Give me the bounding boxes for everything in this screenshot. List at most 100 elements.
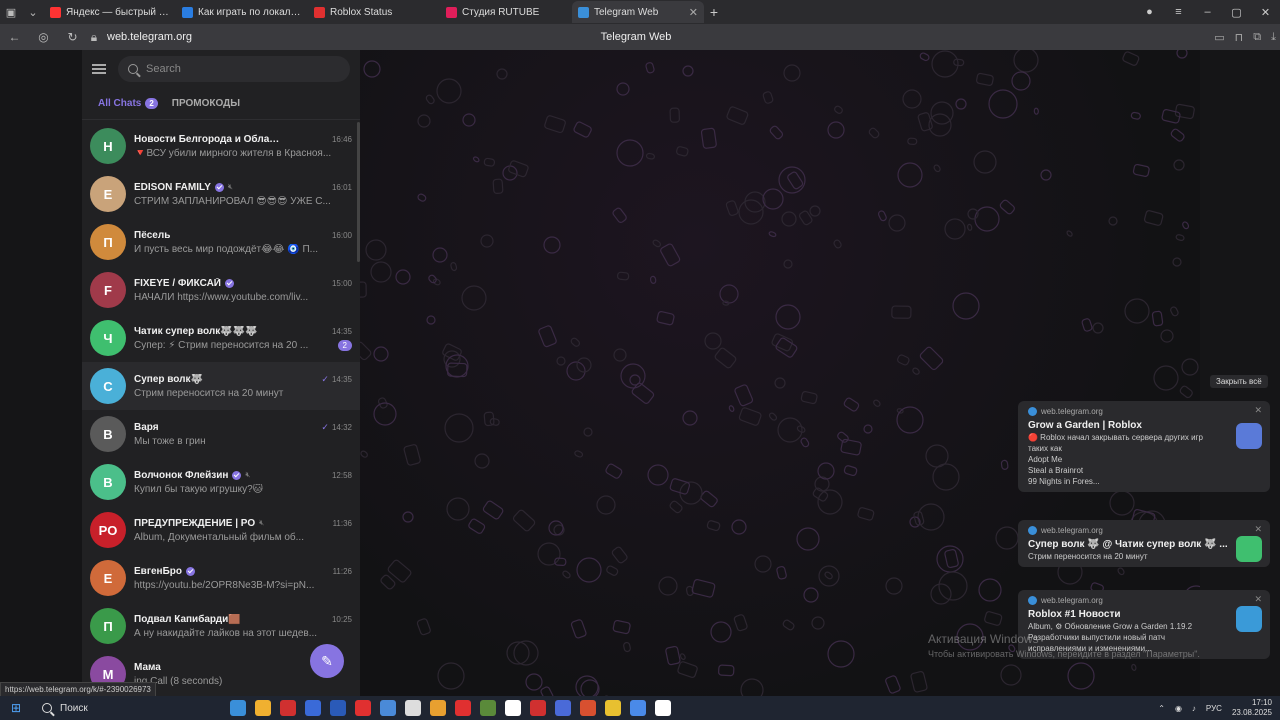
close-tab-icon[interactable]: ✕	[689, 6, 698, 19]
close-notification-icon[interactable]: ✕	[1254, 594, 1262, 605]
chat-preview: Купил бы такую игрушку?🐱	[134, 483, 264, 495]
chat-preview: НАЧАЛИ https://www.youtube.com/liv...	[134, 291, 309, 303]
taskbar-search[interactable]: Поиск	[32, 703, 222, 714]
chat-time: 12:58	[331, 470, 352, 480]
taskbar-app-icon[interactable]	[605, 700, 621, 716]
search-box[interactable]	[118, 56, 350, 82]
chat-icon[interactable]: ▭	[1214, 31, 1224, 44]
chat-list-item[interactable]: П Пёсель 16:00 И пусть весь мир подождёт…	[82, 218, 360, 266]
telegram-icon	[1028, 596, 1037, 605]
taskbar-app-icon[interactable]	[630, 700, 646, 716]
chat-list-item[interactable]: Н Новости Белгорода и Области 16:46 🔻ВСУ…	[82, 122, 360, 170]
taskbar-app-icon[interactable]	[255, 700, 271, 716]
chat-list-item[interactable]: PO ПРЕДУПРЕЖДЕНИЕ | РО 🔇︎ 11:36 Album, Д…	[82, 506, 360, 554]
taskbar-app-icon[interactable]	[355, 700, 371, 716]
tab-title: Roblox Status	[330, 6, 393, 18]
taskbar-app-icon[interactable]	[655, 700, 671, 716]
taskbar-app-icon[interactable]	[305, 700, 321, 716]
browser-notification[interactable]: web.telegram.org ✕ Grow a Garden | Roblo…	[1018, 401, 1270, 492]
taskbar-apps	[230, 700, 671, 716]
new-tab-button[interactable]: +	[704, 4, 724, 20]
browser-notification[interactable]: web.telegram.org ✕ Супер волк 🐺 @ Чатик …	[1018, 520, 1270, 567]
download-icon[interactable]: ⤓	[1271, 31, 1276, 44]
search-icon	[128, 64, 138, 74]
windows-start-icon[interactable]: ⊞	[0, 701, 32, 715]
browser-menu-icon[interactable]: ▣	[0, 0, 22, 24]
tab-list-chevron-icon[interactable]: ⌄	[22, 0, 44, 24]
taskbar-app-icon[interactable]	[505, 700, 521, 716]
taskbar-app-icon[interactable]	[280, 700, 296, 716]
chat-body: Подвал Капибарди🟫 10:25 А ну накидайте л…	[134, 614, 352, 639]
volume-icon[interactable]: ♪	[1192, 704, 1196, 713]
notification-line: таких как	[1028, 444, 1062, 453]
taskbar-app-icon[interactable]	[430, 700, 446, 716]
chat-list-item[interactable]: П Подвал Капибарди🟫 10:25 А ну накидайте…	[82, 602, 360, 650]
chat-preview: Супер: ⚡ Стрим переносится на 20 ...	[134, 339, 309, 351]
maximize-button[interactable]: ▢	[1222, 6, 1251, 19]
taskbar-app-icon[interactable]	[555, 700, 571, 716]
taskbar-app-icon[interactable]	[405, 700, 421, 716]
close-window-button[interactable]: ✕	[1251, 6, 1280, 19]
browser-tab[interactable]: Как играть по локальной	[176, 1, 308, 23]
muted-icon: 🔇︎	[259, 518, 265, 527]
clock[interactable]: 17:10 23.08.2025	[1232, 698, 1272, 718]
chat-list-item[interactable]: Ч Чатик супер волк🐺🐺🐺 14:35 Супер: ⚡ Стр…	[82, 314, 360, 362]
notification-line: 🔴 Roblox начал закрывать сервера других …	[1028, 433, 1203, 442]
new-message-pencil-icon[interactable]: ✎	[310, 644, 344, 678]
folder-tab[interactable]: ПРОМОКОДЫ	[172, 98, 240, 109]
verified-icon	[232, 470, 242, 480]
search-input[interactable]	[146, 63, 326, 75]
notification-source: web.telegram.org	[1041, 407, 1103, 416]
chat-name: Супер волк🐺	[134, 373, 203, 385]
taskbar-app-icon[interactable]	[230, 700, 246, 716]
chat-list-item[interactable]: В Волчонок Флейзин 🔇︎ 12:58 Купил бы так…	[82, 458, 360, 506]
system-tray: ⌃ ◉ ♪ РУС 17:10 23.08.2025	[1158, 698, 1272, 718]
reload-icon[interactable]: ↻	[58, 30, 87, 44]
taskbar-search-label: Поиск	[60, 702, 88, 714]
close-all-notifications-button[interactable]: Закрыть всё	[1210, 375, 1268, 388]
taskbar-app-icon[interactable]	[380, 700, 396, 716]
lang-indicator[interactable]: РУС	[1206, 704, 1222, 713]
chat-time: 14:35	[331, 326, 352, 336]
close-notification-icon[interactable]: ✕	[1254, 405, 1262, 416]
bookmark-icon[interactable]: ⊓	[1235, 31, 1244, 44]
browser-tab[interactable]: Roblox Status	[308, 1, 440, 23]
shield-icon[interactable]: ◎	[29, 30, 58, 44]
chat-list-item[interactable]: F FIXEYE / ФИКСАЙ 15:00 НАЧАЛИ https://w…	[82, 266, 360, 314]
chat-body: Волчонок Флейзин 🔇︎ 12:58 Купил бы такую…	[134, 470, 352, 495]
taskbar-app-icon[interactable]	[330, 700, 346, 716]
browser-tab[interactable]: Telegram Web ✕	[572, 1, 704, 23]
close-notification-icon[interactable]: ✕	[1254, 524, 1262, 535]
taskbar-app-icon[interactable]	[530, 700, 546, 716]
sidebar-icon[interactable]: ⧉	[1253, 31, 1261, 44]
chat-list-item[interactable]: С Супер волк🐺 ✓ 14:35 Стрим переносится …	[82, 362, 360, 410]
chat-time: 16:00	[331, 230, 352, 240]
avatar: PO	[90, 512, 126, 548]
chat-preview: 🔻ВСУ убили мирного жителя в Красноя...	[134, 147, 332, 159]
browser-tab[interactable]: Студия RUTUBE	[440, 1, 572, 23]
network-icon[interactable]: ◉	[1175, 704, 1182, 713]
url-field[interactable]: web.telegram.org	[107, 31, 192, 43]
hamburger-menu-icon[interactable]	[92, 64, 106, 74]
browser-tab[interactable]: Яндекс — быстрый поиск	[44, 1, 176, 23]
taskbar-app-icon[interactable]	[480, 700, 496, 716]
folder-label: ПРОМОКОДЫ	[171, 98, 241, 109]
menu-icon[interactable]: ≡	[1164, 6, 1193, 18]
chat-list-item[interactable]: В Варя ✓ 14:32 Мы тоже в грин	[82, 410, 360, 458]
avatar: П	[90, 224, 126, 260]
chat-preview: Мы тоже в грин	[134, 435, 206, 447]
profile-icon[interactable]: ●	[1135, 6, 1164, 18]
chat-list-item[interactable]: Е ЕвгенБро 11:26 https://youtu.be/2OPR8N…	[82, 554, 360, 602]
folder-tab[interactable]: All Chats 2	[98, 98, 158, 109]
sidebar-header	[82, 50, 360, 88]
taskbar-app-icon[interactable]	[580, 700, 596, 716]
search-icon	[42, 703, 52, 713]
chat-list-item[interactable]: E EDISON FAMILY 🔇︎ 16:01 СТРИМ ЗАПЛАНИРО…	[82, 170, 360, 218]
taskbar-app-icon[interactable]	[455, 700, 471, 716]
notification-source: web.telegram.org	[1041, 596, 1103, 605]
tray-chevron-icon[interactable]: ⌃	[1158, 704, 1165, 713]
minimize-button[interactable]: –	[1193, 6, 1222, 18]
lock-icon[interactable]: 🔒︎	[87, 30, 101, 45]
folder-badge: 2	[145, 98, 158, 109]
back-icon[interactable]: ←	[0, 30, 29, 44]
